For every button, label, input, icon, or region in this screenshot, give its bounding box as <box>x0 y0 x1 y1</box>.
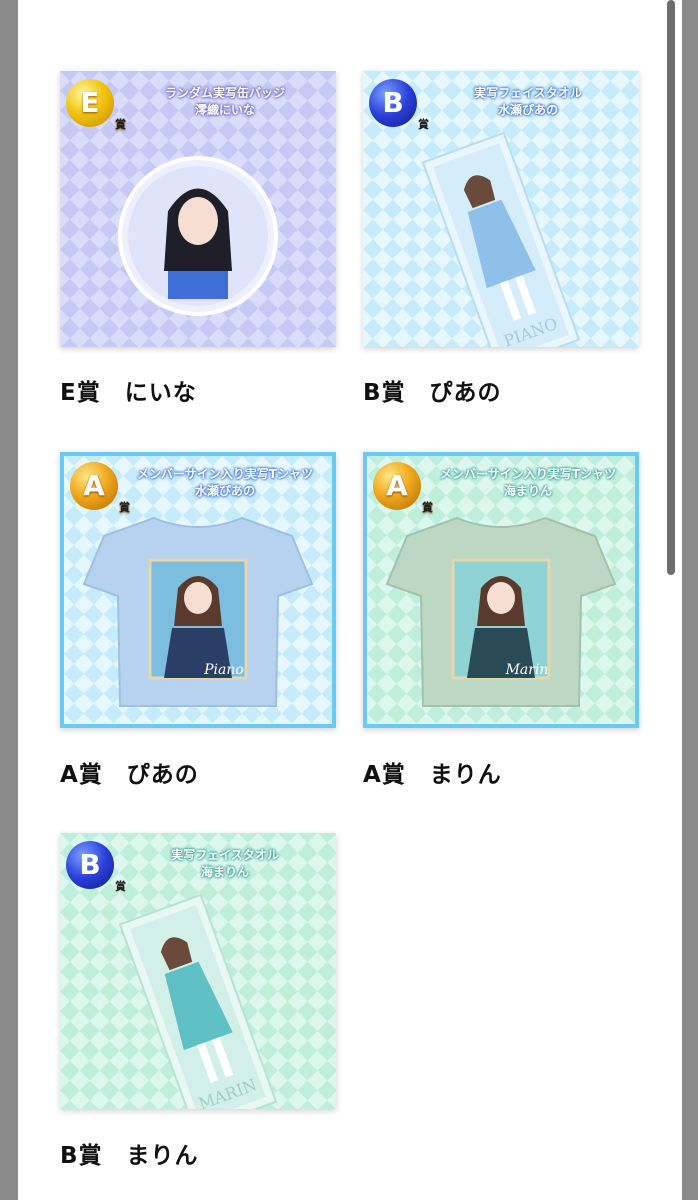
prize-caption: A賞 ぴあの <box>60 762 199 788</box>
prize-card-b-piano[interactable]: PIANO B賞 実写フェイスタオル 水瀬ぴあの <box>363 71 639 347</box>
product-title: ランダム実写缶バッジ 澪織にいな <box>164 86 285 117</box>
prize-rank-badge: B賞 <box>66 841 126 893</box>
prize-card-e-niina[interactable]: E賞 ランダム実写缶バッジ 澪織にいな <box>60 71 336 347</box>
prize-rank-badge: E賞 <box>66 79 126 131</box>
prize-caption: B賞 ぴあの <box>363 380 502 406</box>
signature-text: Marin <box>505 662 549 678</box>
product-title: メンバーサイン入り実写Tシャツ 海まりん <box>440 467 616 498</box>
prize-caption: B賞 まりん <box>60 1143 199 1169</box>
prize-rank-badge: B賞 <box>369 79 429 131</box>
prize-card-a-piano[interactable]: Piano A賞 メンバーサイン入り実写Tシャツ 水瀬ぴあの <box>60 452 336 728</box>
product-title: メンバーサイン入り実写Tシャツ 水瀬ぴあの <box>137 467 313 498</box>
prize-caption: E賞 にいな <box>60 380 197 406</box>
product-title: 実写フェイスタオル 海まりん <box>171 848 279 879</box>
signature-text: Piano <box>203 662 244 678</box>
product-title: 実写フェイスタオル 水瀬ぴあの <box>474 86 582 117</box>
scrollbar[interactable] <box>667 0 675 575</box>
prize-rank-badge: A賞 <box>70 462 130 514</box>
prize-card-b-marin[interactable]: MARIN B賞 実写フェイスタオル 海まりん <box>60 833 336 1109</box>
prize-card-a-marin[interactable]: Marin A賞 メンバーサイン入り実写Tシャツ 海まりん <box>363 452 639 728</box>
prize-caption: A賞 まりん <box>363 762 502 788</box>
prize-rank-badge: A賞 <box>373 462 433 514</box>
